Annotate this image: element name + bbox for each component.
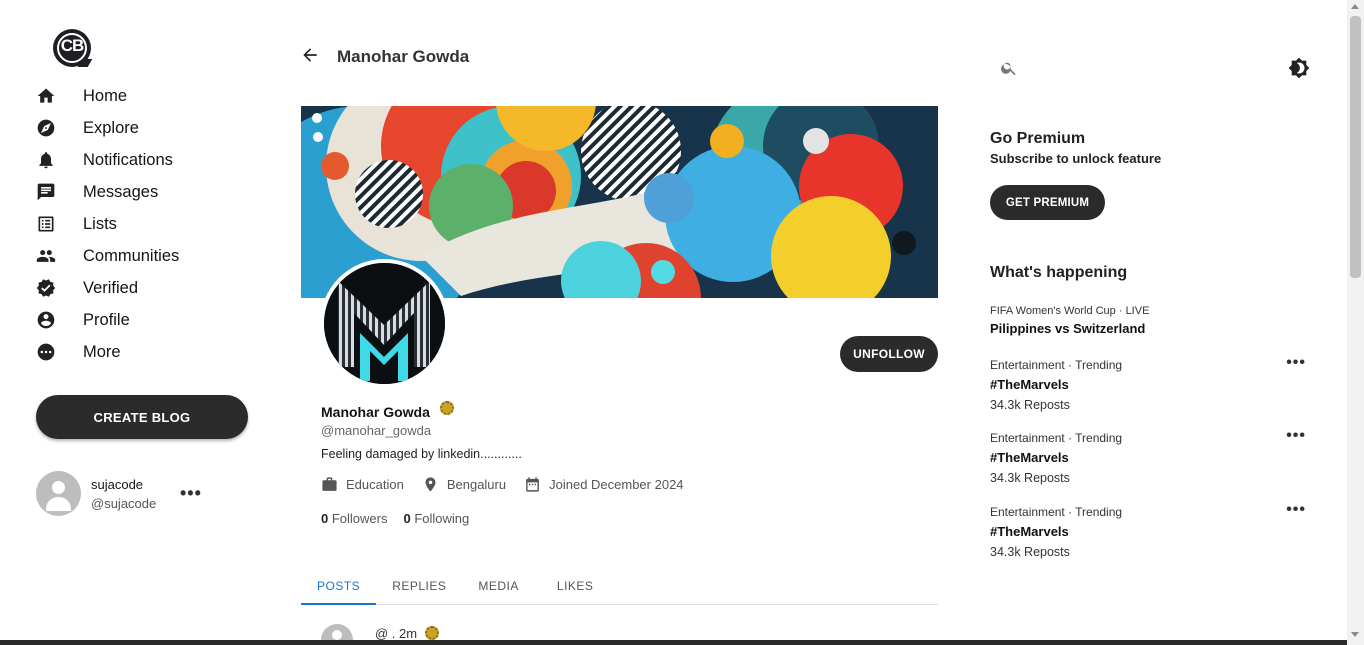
profile-avatar[interactable] [320,259,449,388]
whats-happening-title: What's happening [990,264,1128,281]
profile-occupation: Education [321,476,404,493]
tab-likes[interactable]: LIKES [535,568,610,604]
sidebar-item-label: More [83,342,121,361]
sidebar-item-label: Verified [83,278,139,297]
sidebar-item-label: Messages [83,182,159,201]
verified-badge-icon [425,626,439,640]
unfollow-button[interactable]: UNFOLLOW [840,336,938,372]
post-meta: @ . 2m [375,626,418,641]
account-icon [36,310,56,330]
verified-icon [36,278,56,298]
trend-item[interactable]: Entertainment · Trending #TheMarvels 34.… [990,354,1310,412]
sidebar-item-communities[interactable]: Communities [36,240,256,272]
sidebar-item-verified[interactable]: Verified [36,272,256,304]
sidebar-item-label: Explore [83,118,139,137]
scroll-up-icon[interactable] [1351,4,1359,9]
page-title: Manohar Gowda [337,47,470,66]
sidebar-item-profile[interactable]: Profile [36,304,256,336]
back-arrow-icon[interactable] [300,45,322,67]
trend-menu-icon[interactable]: ••• [1286,501,1306,519]
profile-tabs: POSTS REPLIES MEDIA LIKES [301,568,938,605]
profile-handle: @manohar_gowda [321,423,432,438]
message-icon [36,182,56,202]
sidebar-item-explore[interactable]: Explore [36,112,256,144]
profile-joined: Joined December 2024 [524,476,684,493]
taskbar-edge [0,640,1347,645]
current-user-name: sujacode [91,477,144,492]
sidebar-item-label: Home [83,86,128,105]
sidebar-item-label: Notifications [83,150,173,169]
sidebar-item-label: Communities [83,246,180,265]
sidebar-item-notifications[interactable]: Notifications [36,144,256,176]
user-menu-icon[interactable]: ••• [180,483,202,504]
trend-item[interactable]: Entertainment · Trending #TheMarvels 34.… [990,427,1310,485]
trend-menu-icon[interactable]: ••• [1286,427,1306,445]
tab-replies[interactable]: REPLIES [376,568,462,604]
sidebar-nav: Home Explore Notifications Messages List… [36,80,256,368]
sidebar-item-label: Lists [83,214,117,233]
premium-subtitle: Subscribe to unlock feature [990,151,1162,166]
sidebar-item-lists[interactable]: Lists [36,208,256,240]
followers-link[interactable]: 0 Followers [321,511,387,526]
bell-icon [36,150,56,170]
profile-location: Bengaluru [422,476,506,493]
profile-bio: Feeling damaged by linkedin............ [321,447,522,461]
tab-media[interactable]: MEDIA [462,568,535,604]
premium-title: Go Premium [990,130,1086,147]
sidebar-item-messages[interactable]: Messages [36,176,256,208]
compass-icon [36,118,56,138]
theme-toggle-icon[interactable] [1288,57,1310,79]
avatar [36,471,81,516]
trend-item[interactable]: FIFA Women's World Cup · LIVE Pilippines… [990,305,1310,336]
profile-name: Manohar Gowda [321,404,430,420]
briefcase-icon [322,477,337,491]
follow-stats: 0 Followers 0 Following [321,511,485,526]
location-pin-icon [425,477,436,492]
current-user-card[interactable]: sujacode @sujacode ••• [36,471,256,517]
search-icon [1000,59,1018,77]
profile-meta: Education Bengaluru Joined December 2024 [321,476,702,493]
search-input[interactable] [1028,56,1238,82]
tab-posts[interactable]: POSTS [301,568,377,605]
sidebar-item-label: Profile [83,310,130,329]
following-link[interactable]: 0 Following [403,511,469,526]
create-blog-button[interactable]: CREATE BLOG [36,395,248,439]
get-premium-button[interactable]: GET PREMIUM [990,185,1105,220]
trend-menu-icon[interactable]: ••• [1286,354,1306,372]
trend-item[interactable]: Entertainment · Trending #TheMarvels 34.… [990,501,1310,559]
current-user-handle: @sujacode [91,496,157,511]
app-logo[interactable]: CB [53,29,93,67]
people-icon [36,246,56,266]
sidebar-item-home[interactable]: Home [36,80,256,112]
more-icon [36,342,56,362]
scrollbar-thumb[interactable] [1350,16,1361,278]
calendar-icon [526,477,539,492]
list-icon [36,214,56,234]
verified-badge-icon [440,401,454,415]
search-bar[interactable] [990,52,1250,86]
sidebar-item-more[interactable]: More [36,336,256,368]
home-icon [36,86,56,106]
scroll-down-icon[interactable] [1351,632,1359,637]
scrollbar[interactable] [1347,0,1364,645]
